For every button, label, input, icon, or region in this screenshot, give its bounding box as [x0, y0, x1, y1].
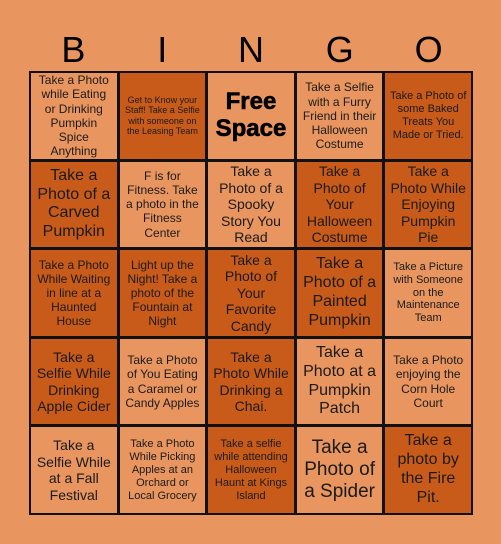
bingo-cell-o3[interactable]: Take a Picture with Someone on the Maint…: [385, 250, 471, 336]
bingo-header: B I N G O: [29, 30, 473, 70]
bingo-cell-o4[interactable]: Take a Photo enjoying the Corn Hole Cour…: [385, 338, 471, 425]
bingo-cell-b4[interactable]: Take a Selfie While Drinking Apple Cider: [31, 338, 117, 425]
bingo-cell-i3[interactable]: Light up the Night! Take a photo of the …: [119, 250, 206, 336]
header-letter-b: B: [61, 29, 86, 70]
bingo-cell-o2[interactable]: Take a Photo While Enjoying Pumpkin Pie: [385, 161, 471, 248]
bingo-cell-g3[interactable]: Take a Photo of a Painted Pumpkin: [296, 250, 383, 336]
bingo-cell-b5[interactable]: Take a Selfie While at a Fall Festival: [31, 427, 117, 513]
bingo-cell-o1[interactable]: Take a Photo of some Baked Treats You Ma…: [385, 73, 471, 159]
bingo-cell-i5[interactable]: Take a Photo While Picking Apples at an …: [119, 427, 206, 513]
bingo-cell-b1[interactable]: Take a Photo while Eating or Drinking Pu…: [31, 73, 117, 159]
bingo-cell-n3[interactable]: Take a Photo of Your Favorite Candy: [208, 250, 294, 336]
header-letter-o: O: [414, 29, 443, 70]
header-letter-g: G: [325, 29, 354, 70]
header-letter-i: I: [157, 29, 168, 70]
bingo-cell-n5[interactable]: Take a selfie while attending Halloween …: [208, 427, 294, 513]
free-space-cell[interactable]: Free Space: [208, 73, 294, 159]
bingo-cell-o5[interactable]: Take a photo by the Fire Pit.: [385, 427, 471, 513]
bingo-cell-g1[interactable]: Take a Selfie with a Furry Friend in the…: [296, 73, 383, 159]
bingo-cell-i4[interactable]: Take a Photo of You Eating a Caramel or …: [119, 338, 206, 425]
header-letter-n: N: [237, 29, 264, 70]
bingo-cell-g4[interactable]: Take a Photo at a Pumpkin Patch: [296, 338, 383, 425]
bingo-cell-b2[interactable]: Take a Photo of a Carved Pumpkin: [31, 161, 117, 248]
bingo-cell-n4[interactable]: Take a Photo While Drinking a Chai.: [208, 338, 294, 425]
bingo-cell-i2[interactable]: F is for Fitness. Take a photo in the Fi…: [119, 161, 206, 248]
bingo-cell-i1[interactable]: Get to Know your Staff! Take a Selfie wi…: [119, 73, 206, 159]
bingo-card: Take a Photo while Eating or Drinking Pu…: [29, 71, 473, 515]
bingo-cell-g5[interactable]: Take a Photo of a Spider: [296, 427, 383, 513]
bingo-cell-b3[interactable]: Take a Photo While Waiting in line at a …: [31, 250, 117, 336]
bingo-cell-n2[interactable]: Take a Photo of a Spooky Story You Read: [208, 161, 294, 248]
bingo-cell-g2[interactable]: Take a Photo of Your Halloween Costume: [296, 161, 383, 248]
